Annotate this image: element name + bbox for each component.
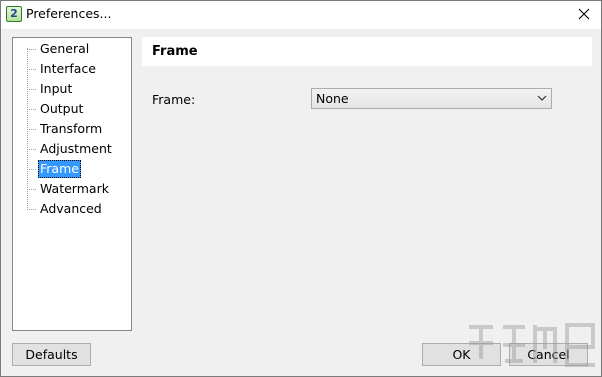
tree-item-label: Input [40,81,73,96]
close-button[interactable] [567,1,601,27]
frame-dropdown-value: None [316,91,349,106]
preferences-dialog: 2 Preferences... General Interface Input… [0,0,602,377]
window-title: Preferences... [26,6,112,21]
frame-dropdown[interactable]: None [311,88,552,109]
tree-item-label: General [40,41,90,56]
tree-item-label: Adjustment [40,141,112,156]
section-header: Frame [142,37,592,66]
chevron-down-icon [537,95,547,101]
watermark-logo [469,323,595,367]
tree-item-label: Interface [40,61,96,76]
frame-field-label: Frame: [152,92,196,107]
tree-item-label: Transform [40,121,103,136]
tree-item-label: Watermark [40,181,109,196]
app-icon: 2 [6,6,22,22]
defaults-button[interactable]: Defaults [12,343,91,366]
close-icon [578,8,590,20]
tree-item-label: Frame [38,160,81,178]
tree-item-label: Advanced [40,201,102,216]
section-title: Frame [152,44,198,59]
title-bar: 2 Preferences... [1,1,601,29]
category-tree[interactable]: General Interface Input Output Transform… [12,37,132,331]
tree-item-label: Output [40,101,84,116]
